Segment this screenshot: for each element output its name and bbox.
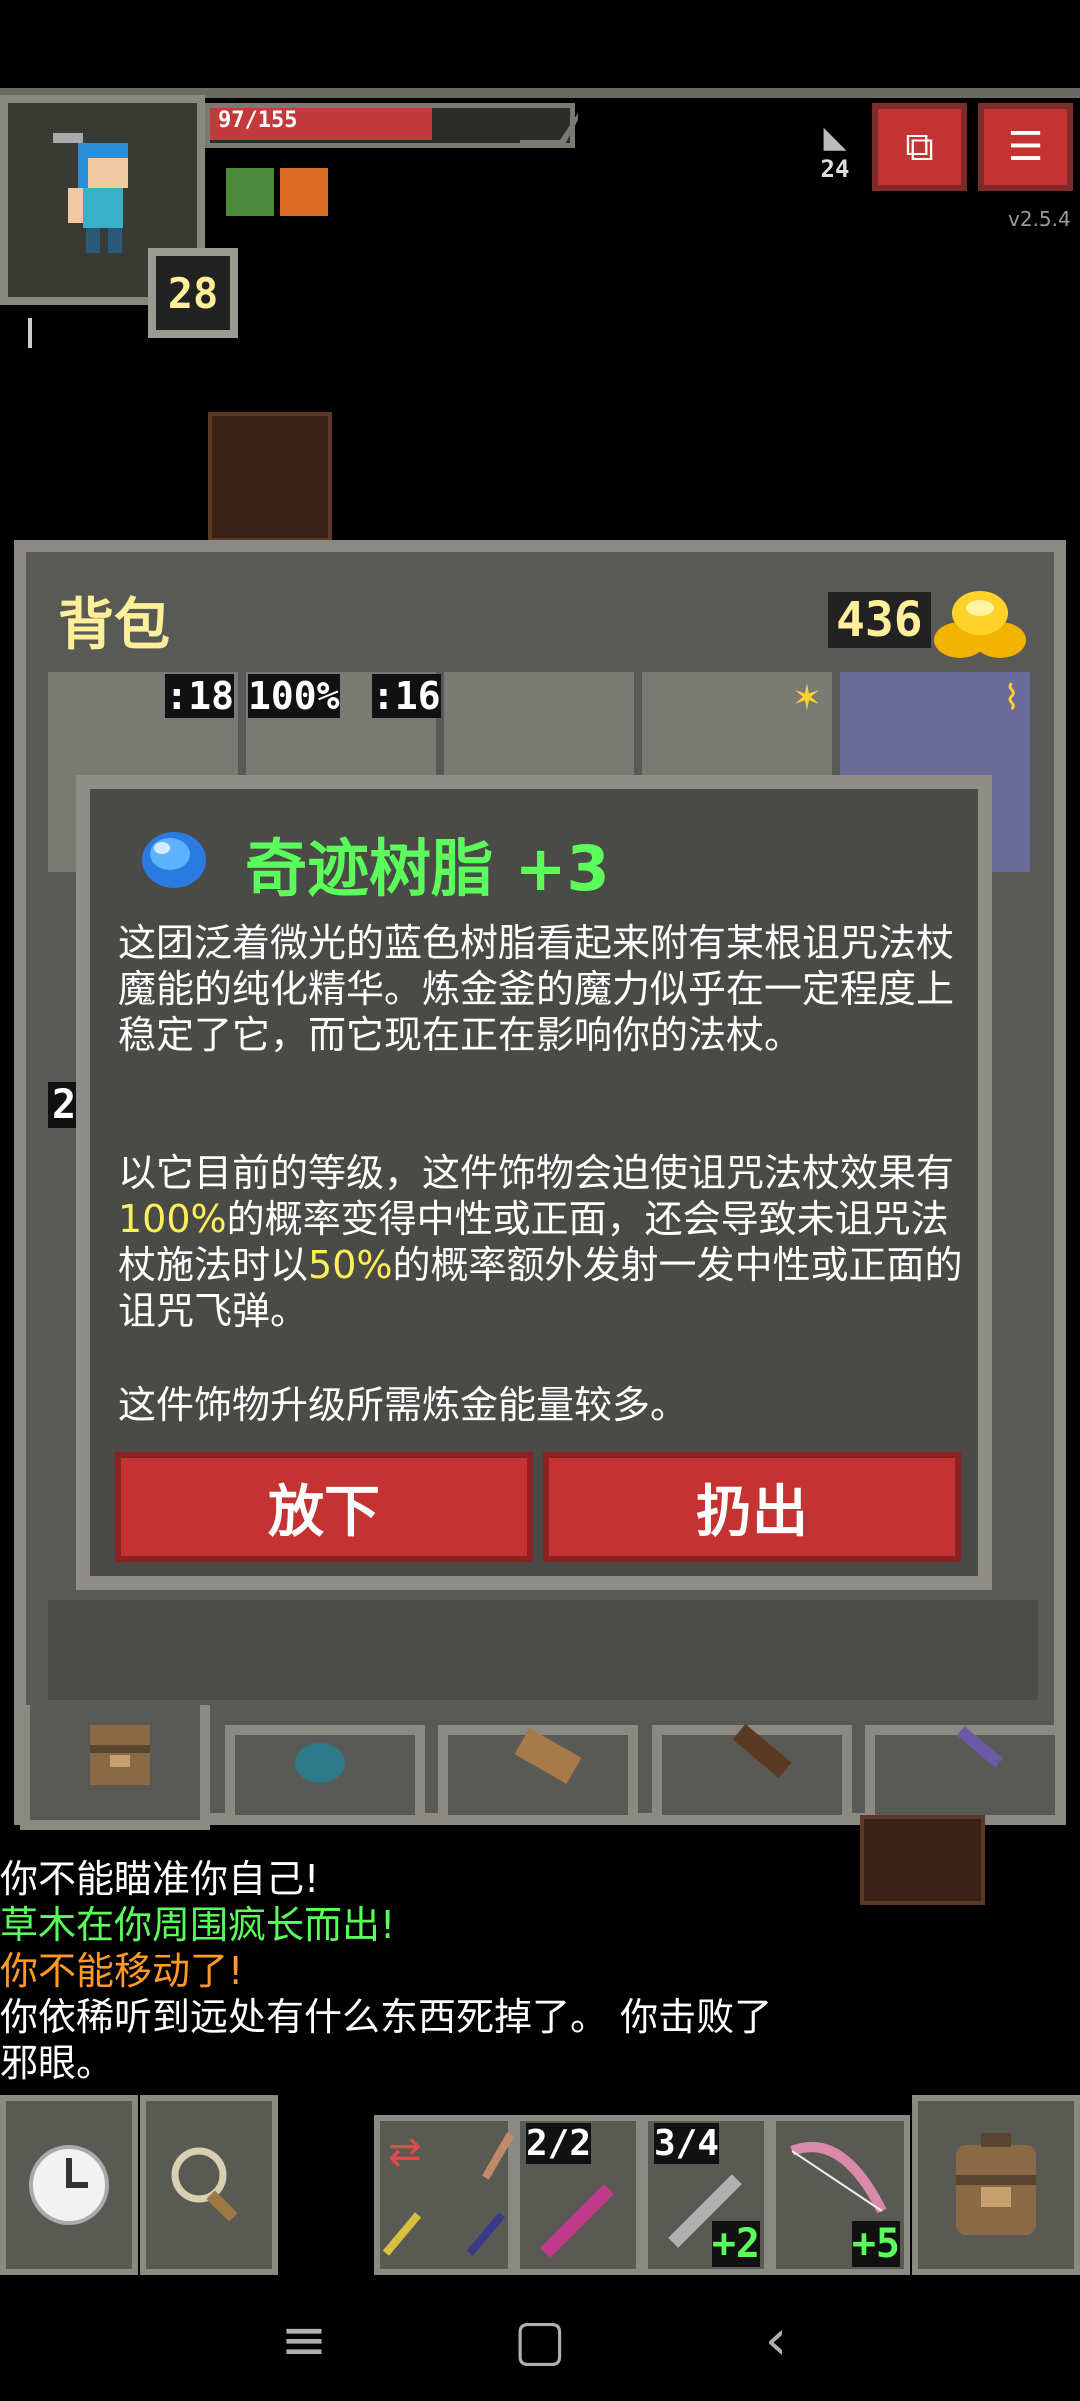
slot-count: :16: [372, 674, 441, 718]
tab-wand-holster[interactable]: [865, 1725, 1065, 1825]
identified-rune-icon: ✶: [791, 678, 822, 719]
clock-icon: [29, 2145, 109, 2225]
quickslot-swap-panel[interactable]: ⇄: [374, 2115, 514, 2275]
bow-icon: [790, 2142, 887, 2214]
square-icon: ▢: [513, 2307, 567, 2373]
journal-icon: ⧉: [905, 124, 934, 170]
xp-bar-tail: [520, 108, 580, 148]
wait-button[interactable]: [0, 2095, 138, 2275]
buff-rooted-icon[interactable]: [226, 168, 274, 216]
identified-rune-icon: ⌇: [1003, 678, 1020, 718]
log-line: 你依稀听到远处有什么东西死掉了。 你击败了: [0, 1995, 773, 2039]
depth-indicator[interactable]: ◣ 24: [815, 120, 855, 190]
tab-scroll-holder[interactable]: [438, 1725, 638, 1825]
holster-icon: [956, 1726, 1004, 1768]
log-line: 邪眼。: [0, 2041, 115, 2085]
search-button[interactable]: [140, 2095, 278, 2275]
quickslot-charges: 3/4: [654, 2123, 720, 2164]
tab-pouch[interactable]: [225, 1725, 425, 1825]
log-line: 草木在你周围疯长而出!: [0, 1903, 396, 1947]
dungeon-tile: [860, 1815, 985, 1905]
dungeon-tile: [208, 412, 332, 542]
slot-count: :18: [165, 674, 234, 718]
magnifier-icon: [171, 2147, 238, 2222]
tab-backpack[interactable]: [20, 1705, 210, 1830]
wand-icon: [482, 2132, 514, 2180]
back-chevron-icon: ‹: [764, 2307, 788, 2373]
journal-button[interactable]: ⧉: [872, 103, 967, 191]
throw-button[interactable]: 扔出: [543, 1452, 961, 1562]
menu-icon: ☰: [1007, 124, 1044, 170]
recents-button[interactable]: ≡: [264, 2300, 344, 2380]
pouch-icon: [295, 1743, 345, 1783]
log-line: 你不能瞄准你自己!: [0, 1857, 320, 1901]
stairs-icon: ◣: [823, 120, 847, 155]
bag-slot-row: [48, 1600, 1038, 1700]
inventory-button[interactable]: [912, 2095, 1080, 2275]
wand-icon: [540, 2184, 614, 2258]
back-button[interactable]: ‹: [736, 2300, 816, 2380]
tab-potion-bandolier[interactable]: [652, 1724, 852, 1825]
bandolier-icon: [732, 1724, 792, 1778]
upgrade-level: +5: [851, 2221, 900, 2267]
item-title: 奇迹树脂 +3: [245, 832, 610, 905]
hp-text: 97/155: [218, 108, 298, 133]
slot-charge: 100%: [248, 674, 340, 718]
bag-title: 背包: [58, 593, 170, 658]
hero-level: 28: [148, 248, 238, 338]
depth-value: 24: [820, 155, 850, 183]
buff-fire-icon[interactable]: [280, 168, 328, 216]
upgrade-level: +2: [711, 2221, 760, 2267]
menu-lines-icon: ≡: [280, 2307, 328, 2373]
backpack-icon: [90, 1725, 150, 1785]
quickslot-3[interactable]: +5: [770, 2115, 910, 2275]
wand-icon: [466, 2212, 506, 2256]
quickslot-1[interactable]: 2/2: [514, 2115, 642, 2275]
status-tick: [28, 318, 32, 348]
wand-icon: [382, 2212, 422, 2256]
quickslot-charges: 2/2: [526, 2123, 592, 2164]
menu-button[interactable]: ☰: [978, 103, 1073, 191]
gold-count: 436: [828, 592, 931, 648]
drop-button[interactable]: 放下: [115, 1452, 533, 1562]
item-description-2: 以它目前的等级，这件饰物会迫使诅咒法杖效果有100%的概率变得中性或正面，还会导…: [118, 1151, 963, 1333]
item-description-1: 这团泛着微光的蓝色树脂看起来附有某根诅咒法杖魔能的纯化精华。炼金釜的魔力似乎在一…: [118, 921, 955, 1057]
gold-pile-icon: [930, 578, 1030, 663]
log-line: 你不能移动了!: [0, 1949, 244, 1993]
swap-icon: ⇄: [388, 2129, 422, 2175]
version-label: v2.5.4: [1008, 207, 1071, 231]
wondrous-resin-icon: [132, 818, 212, 898]
item-description-3: 这件饰物升级所需炼金能量较多。: [118, 1383, 689, 1427]
backpack-icon: [956, 2133, 1036, 2235]
home-button[interactable]: ▢: [500, 2300, 580, 2380]
scroll-holder-icon: [514, 1728, 582, 1784]
quickslot-2[interactable]: 3/4 +2: [642, 2115, 770, 2275]
